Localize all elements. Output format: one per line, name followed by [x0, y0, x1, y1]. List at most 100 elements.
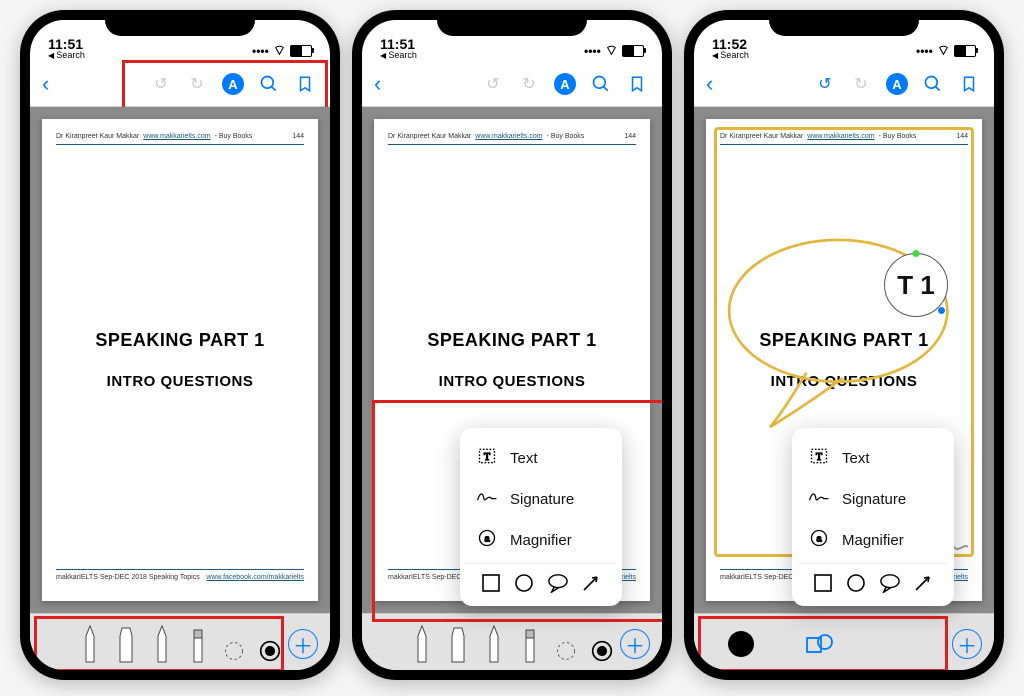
doc-author: Dr Kiranpreet Kaur Makkar — [56, 133, 139, 140]
battery-icon — [622, 45, 644, 57]
doc-page-number: 144 — [956, 133, 968, 140]
redo-icon[interactable]: ↻ — [850, 73, 872, 95]
wifi-icon — [273, 42, 286, 60]
phone-2: 11:51 Search ‹ ↺ ↻ A Dr Kiranpreet — [352, 10, 672, 680]
shape-circle-icon[interactable] — [513, 572, 535, 594]
notch — [769, 10, 919, 36]
phone-3: 11:52 Search ‹ ↺ ↻ A Dr Kiranpreet — [684, 10, 1004, 680]
doc-after-site: - Buy Books — [215, 133, 253, 140]
shape-arrow-icon[interactable] — [912, 572, 934, 594]
doc-site-link[interactable]: www.makkarielts.com — [475, 133, 542, 140]
shape-speech-icon[interactable] — [879, 572, 901, 594]
popup-item-magnifier[interactable]: a Magnifier — [798, 520, 948, 561]
magnifier-icon: a — [808, 528, 830, 553]
shape-circle-icon[interactable] — [845, 572, 867, 594]
popup-item-text[interactable]: T Text — [798, 438, 948, 479]
popup-item-magnifier[interactable]: a Magnifier — [466, 520, 616, 561]
doc-site-link[interactable]: www.makkarielts.com — [807, 133, 874, 140]
battery-icon — [290, 45, 312, 57]
notch — [105, 10, 255, 36]
popup-item-signature[interactable]: Signature — [798, 479, 948, 520]
markup-toolbar: ＋ — [362, 613, 662, 670]
popup-shapes-row — [798, 563, 948, 598]
annotation-magnifier[interactable]: T 1 — [884, 253, 948, 317]
wifi-icon — [937, 42, 950, 60]
svg-text:a: a — [816, 533, 822, 543]
pencil-tool[interactable] — [483, 624, 505, 664]
redo-icon[interactable]: ↻ — [186, 73, 208, 95]
status-back-breadcrumb[interactable]: Search — [48, 51, 85, 60]
undo-icon[interactable]: ↺ — [150, 73, 172, 95]
popup-item-text[interactable]: T Text — [466, 438, 616, 479]
status-back-breadcrumb[interactable]: Search — [712, 51, 749, 60]
doc-footer-left: makkarIELTS Sep-DEC 2018 Speaking Topics — [56, 574, 200, 581]
shape-style-button[interactable] — [804, 631, 834, 657]
back-button[interactable]: ‹ — [36, 71, 55, 97]
shape-arrow-icon[interactable] — [580, 572, 602, 594]
pen-tool[interactable] — [411, 624, 433, 664]
highlighter-tool[interactable] — [115, 624, 137, 664]
add-popup: T Text Signature a Magnifier — [792, 428, 954, 606]
lasso-tool[interactable] — [555, 624, 577, 664]
status-right — [584, 42, 644, 60]
status-time: 11:51 — [380, 37, 417, 51]
shape-fill-color[interactable] — [728, 631, 754, 657]
doc-title: SPEAKING PART 1 — [95, 330, 264, 351]
popup-label-signature: Signature — [842, 491, 906, 508]
search-icon[interactable] — [258, 73, 280, 95]
shape-rect-icon[interactable] — [480, 572, 502, 594]
screen: 11:51 Search ‹ ↺ ↻ A — [30, 20, 330, 670]
color-picker[interactable] — [591, 624, 613, 664]
markup-icon[interactable]: A — [222, 73, 244, 95]
eraser-tool[interactable] — [519, 624, 541, 664]
add-button[interactable]: ＋ — [952, 629, 982, 659]
undo-icon[interactable]: ↺ — [814, 73, 836, 95]
redo-icon[interactable]: ↻ — [518, 73, 540, 95]
add-popup: T Text Signature a Magnifier — [460, 428, 622, 606]
status-back-breadcrumb[interactable]: Search — [380, 51, 417, 60]
add-button[interactable]: ＋ — [620, 629, 650, 659]
bookmark-icon[interactable] — [626, 73, 648, 95]
signature-icon — [476, 487, 498, 512]
magnifier-icon: a — [476, 528, 498, 553]
document-viewport[interactable]: Dr Kiranpreet Kaur Makkar www.makkarielt… — [30, 107, 330, 613]
popup-label-signature: Signature — [510, 491, 574, 508]
lasso-tool[interactable] — [223, 624, 245, 664]
back-button[interactable]: ‹ — [700, 71, 719, 97]
magnifier-content: T 1 — [897, 270, 935, 301]
eraser-tool[interactable] — [187, 624, 209, 664]
nav-bar: ‹ ↺ ↻ A — [362, 62, 662, 107]
color-picker[interactable] — [259, 624, 281, 664]
bookmark-icon[interactable] — [294, 73, 316, 95]
doc-site-link[interactable]: www.makkarielts.com — [143, 133, 210, 140]
add-button[interactable]: ＋ — [288, 629, 318, 659]
popup-item-signature[interactable]: Signature — [466, 479, 616, 520]
search-icon[interactable] — [590, 73, 612, 95]
popup-label-text: Text — [842, 450, 870, 467]
wifi-icon — [605, 42, 618, 60]
back-button[interactable]: ‹ — [368, 71, 387, 97]
markup-icon[interactable]: A — [886, 73, 908, 95]
nav-bar: ‹ ↺ ↻ A — [30, 62, 330, 107]
doc-footer-link[interactable]: www.facebook.com/makkarielts — [206, 574, 304, 581]
cellular-icon — [916, 44, 933, 58]
screen: 11:51 Search ‹ ↺ ↻ A Dr Kiranpreet — [362, 20, 662, 670]
doc-subtitle: INTRO QUESTIONS — [771, 373, 918, 390]
search-icon[interactable] — [922, 73, 944, 95]
shape-rect-icon[interactable] — [812, 572, 834, 594]
bookmark-icon[interactable] — [958, 73, 980, 95]
markup-toolbar: ＋ — [30, 613, 330, 670]
svg-text:T: T — [816, 452, 822, 463]
cellular-icon — [584, 44, 601, 58]
undo-icon[interactable]: ↺ — [482, 73, 504, 95]
highlighter-tool[interactable] — [447, 624, 469, 664]
screen: 11:52 Search ‹ ↺ ↻ A Dr Kiranpreet — [694, 20, 994, 670]
markup-icon[interactable]: A — [554, 73, 576, 95]
notch — [437, 10, 587, 36]
battery-icon — [954, 45, 976, 57]
doc-title: SPEAKING PART 1 — [427, 330, 596, 351]
shape-speech-icon[interactable] — [547, 572, 569, 594]
pen-tool[interactable] — [79, 624, 101, 664]
status-time: 11:51 — [48, 37, 85, 51]
pencil-tool[interactable] — [151, 624, 173, 664]
